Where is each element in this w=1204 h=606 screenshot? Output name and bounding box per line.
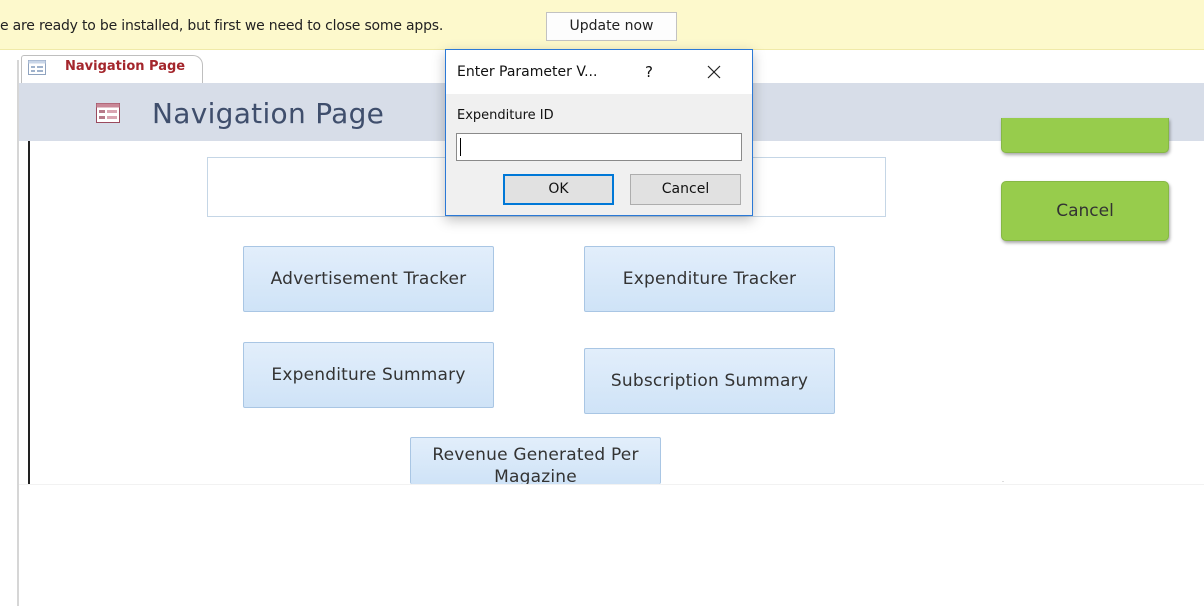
advertisement-tracker-button[interactable]: Advertisement Tracker (243, 246, 494, 312)
dialog-cancel-button[interactable]: Cancel (630, 174, 741, 205)
page-title: Navigation Page (152, 97, 385, 130)
expenditure-summary-button[interactable]: Expenditure Summary (243, 342, 494, 408)
expenditure-tracker-button[interactable]: Expenditure Tracker (584, 246, 835, 312)
update-now-button[interactable]: Update now (546, 12, 677, 41)
dialog-body: Expenditure ID OK Cancel (446, 94, 752, 215)
dialog-title: Enter Parameter V... (457, 64, 598, 80)
text-caret (460, 138, 461, 156)
help-icon[interactable]: ? (639, 60, 659, 84)
cancel-button[interactable]: Cancel (1001, 181, 1169, 241)
update-message: e are ready to be installed, but first w… (0, 18, 444, 34)
form-icon (28, 60, 46, 75)
tab-label: Navigation Page (65, 59, 186, 74)
subscription-summary-button[interactable]: Subscription Summary (584, 348, 835, 414)
dialog-titlebar[interactable]: Enter Parameter V... ? (446, 50, 752, 94)
form-bottom-edge (19, 484, 1204, 485)
ok-button[interactable]: OK (503, 174, 614, 205)
enter-parameter-dialog: Enter Parameter V... ? Expenditure ID OK… (445, 49, 753, 216)
close-icon[interactable] (701, 60, 727, 84)
form-left-border (28, 141, 30, 484)
revenue-generated-button[interactable]: Revenue Generated Per Magazine (410, 437, 661, 484)
expenditure-id-input[interactable] (456, 133, 742, 161)
access-window: e are ready to be installed, but first w… (0, 0, 1204, 606)
expenditure-id-label: Expenditure ID (457, 108, 554, 123)
form-icon (96, 103, 120, 123)
green-action-button[interactable] (1001, 118, 1169, 153)
divider (1002, 481, 1004, 482)
update-notification-bar: e are ready to be installed, but first w… (0, 0, 1204, 50)
tab-navigation-page[interactable]: Navigation Page (21, 55, 203, 83)
